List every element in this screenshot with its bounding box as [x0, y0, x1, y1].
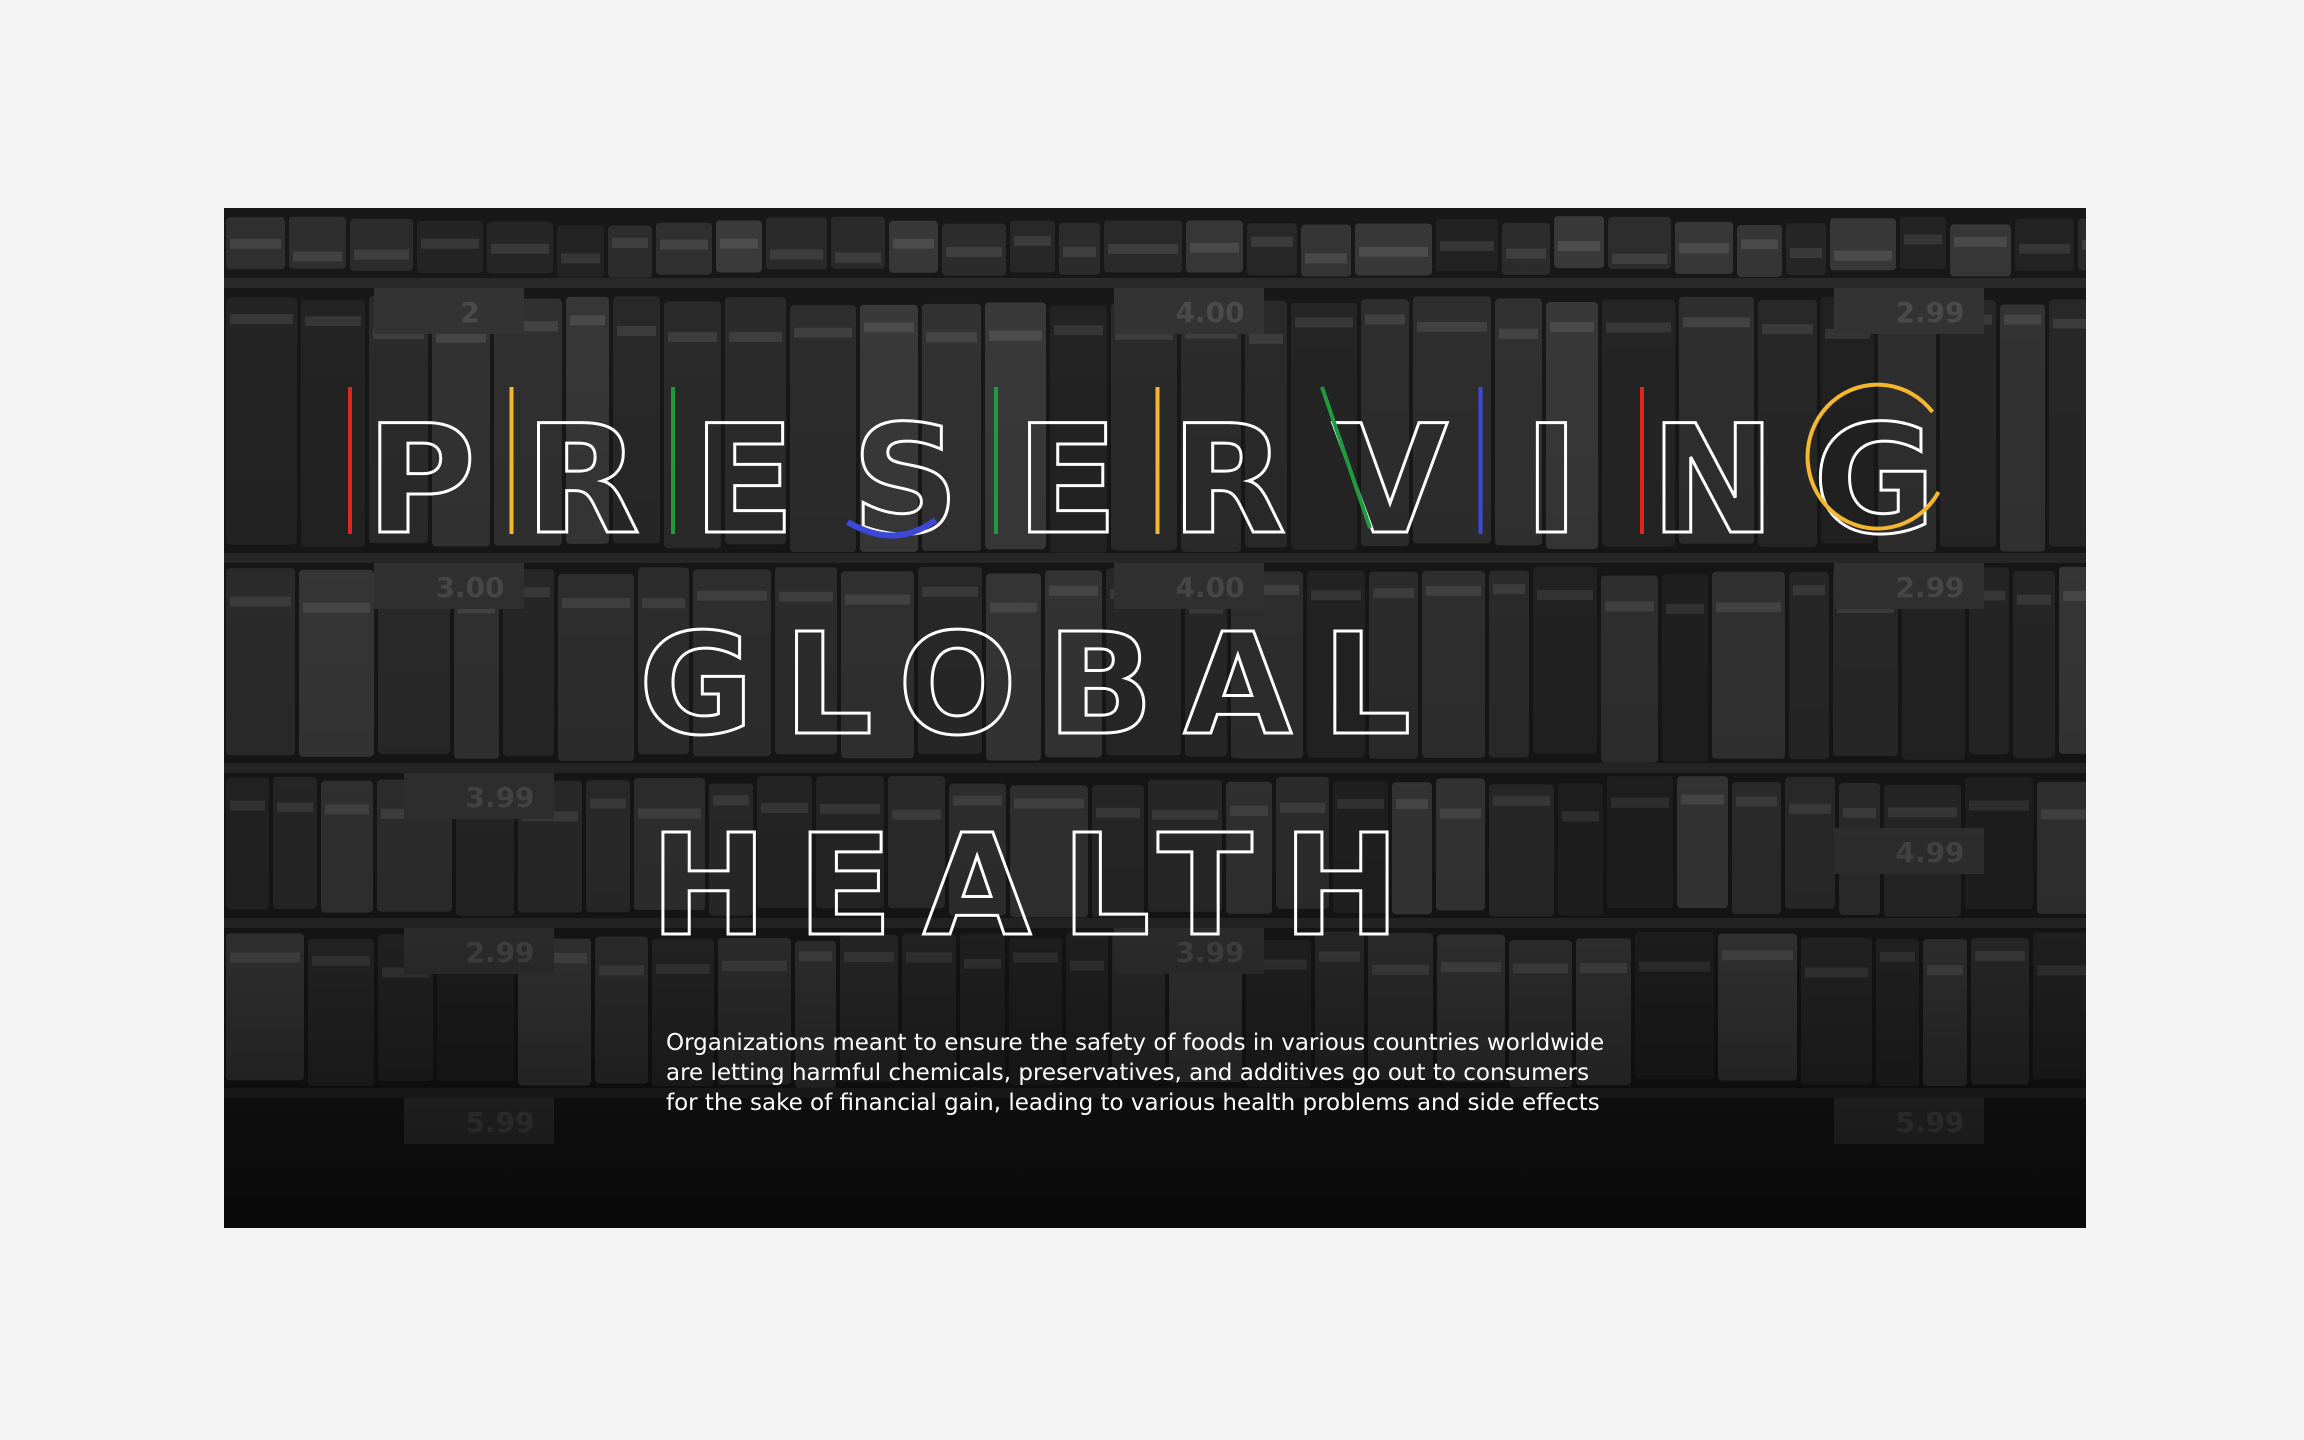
headline-letter: N	[1650, 394, 1776, 568]
body-line-2: are letting harmful chemicals, preservat…	[666, 1060, 1590, 1086]
headline-letter: S	[851, 394, 959, 568]
hero-banner: 24.002.993.004.002.993.994.992.993.995.9…	[224, 208, 2086, 1228]
headline-letter: V	[1332, 394, 1448, 568]
headline-word-global: GLOBAL	[639, 604, 1441, 767]
headline-letter: P	[366, 394, 476, 568]
body-paragraph: Organizations meant to ensure the safety…	[666, 1028, 1706, 1118]
body-line-3: for the sake of financial gain, leading …	[666, 1090, 1600, 1116]
headline-letter: E	[693, 394, 795, 568]
headline-letter: R	[1171, 394, 1287, 568]
headline-line-preserving: PRESERVING	[365, 393, 1938, 570]
headline-word-health: HEALTH	[650, 805, 1430, 968]
headline-letter: I	[1524, 394, 1580, 568]
headline-letter: E	[1016, 394, 1118, 568]
headline-letter: G	[1813, 394, 1936, 568]
body-line-1: Organizations meant to ensure the safety…	[666, 1030, 1605, 1056]
headline-letter: R	[525, 394, 641, 568]
